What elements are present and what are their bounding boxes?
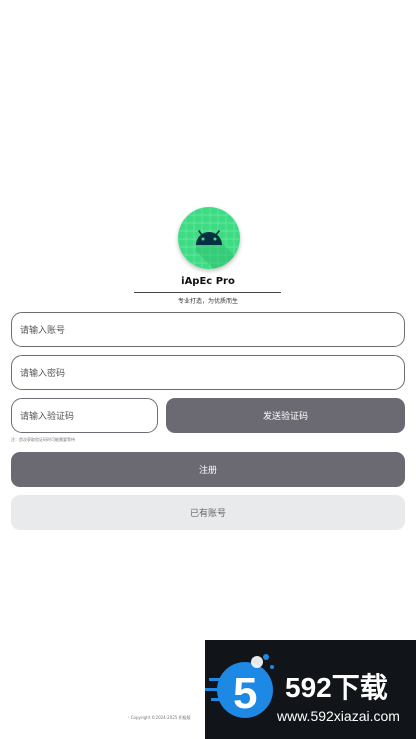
account-input[interactable]: 请输入账号 <box>11 312 405 347</box>
password-placeholder: 请输入密码 <box>20 369 66 379</box>
watermark-brand: 592下载 <box>285 672 388 703</box>
register-button[interactable]: 注册 <box>11 452 405 487</box>
copyright-text: - Copyright ©2024-2025 积极版 <box>128 715 191 720</box>
divider <box>134 292 281 293</box>
password-input[interactable]: 请输入密码 <box>11 355 405 390</box>
verification-code-input[interactable]: 请输入验证码 <box>11 398 158 433</box>
svg-text:5: 5 <box>233 669 257 718</box>
code-placeholder: 请输入验证码 <box>20 412 75 422</box>
watermark-5-icon: 5 <box>205 654 274 718</box>
account-placeholder: 请输入账号 <box>20 326 66 336</box>
app-name: iApEc Pro <box>181 276 235 287</box>
watermark-592-logo: 5 592下载 www.592xiazai.com <box>205 640 416 739</box>
existing-account-button[interactable]: 已有账号 <box>11 495 405 530</box>
app-logo-android-icon <box>178 207 240 269</box>
code-hint: 注：首次获取验证码时可能需要等待 <box>11 437 75 442</box>
app-slogan: 专业打造，为优质而生 <box>177 298 238 305</box>
watermark-url: www.592xiazai.com <box>277 708 400 724</box>
send-code-button[interactable]: 发送验证码 <box>166 398 405 433</box>
